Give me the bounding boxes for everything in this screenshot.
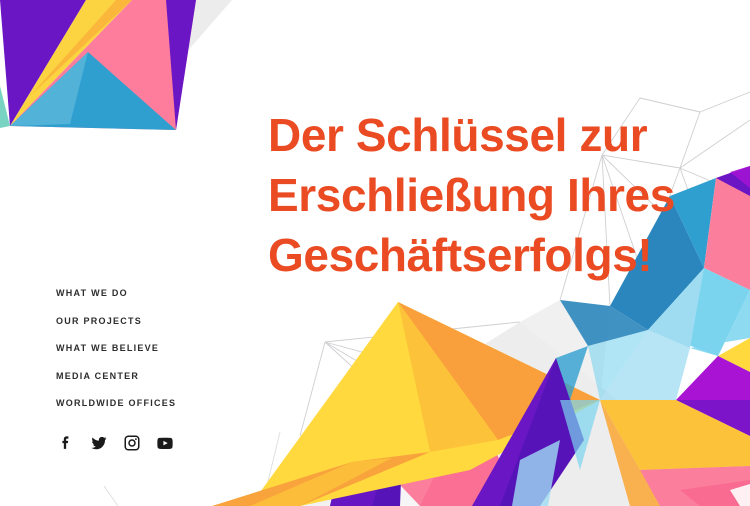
main-nav: WHAT WE DO OUR PROJECTS WHAT WE BELIEVE … [56,288,176,426]
social-links [57,434,174,452]
nav-item-our-projects[interactable]: OUR PROJECTS [56,316,176,326]
nav-item-what-we-do[interactable]: WHAT WE DO [56,288,176,298]
page-content: Der Schlüssel zur Erschließung Ihres Ges… [0,0,750,506]
nav-item-worldwide-offices[interactable]: WORLDWIDE OFFICES [56,398,176,408]
nav-item-media-center[interactable]: MEDIA CENTER [56,371,176,381]
twitter-icon[interactable] [90,434,108,452]
facebook-icon[interactable] [57,434,75,452]
landing-page: Der Schlüssel zur Erschließung Ihres Ges… [0,0,750,506]
page-title: Der Schlüssel zur Erschließung Ihres Ges… [268,108,675,281]
youtube-icon[interactable] [156,434,174,452]
instagram-icon[interactable] [123,434,141,452]
nav-item-what-we-believe[interactable]: WHAT WE BELIEVE [56,343,176,353]
